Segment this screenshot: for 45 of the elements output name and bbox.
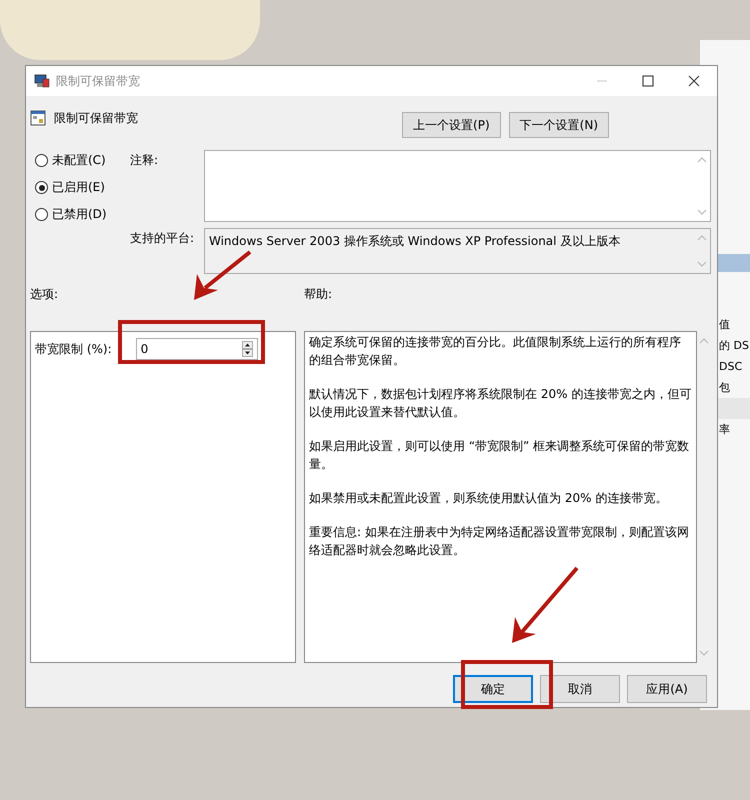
list-item-text: 值 — [719, 317, 730, 332]
radio-button[interactable] — [35, 208, 48, 221]
help-paragraph: 默认情况下，数据包计划程序将系统限制在 20% 的连接带宽之内，但可以使用此设置来替代默认值。 — [309, 386, 692, 421]
dialog-button[interactable]: 应用(A) — [627, 675, 707, 703]
radio-option[interactable]: 已禁用(D) — [35, 206, 130, 223]
comment-field[interactable] — [204, 150, 711, 222]
radio-button[interactable] — [35, 154, 48, 167]
help-paragraph: 如果启用此设置，则可以使用 “带宽限制” 框来调整系统可保留的带宽数量。 — [309, 438, 690, 473]
dialog-button[interactable]: 取消 — [540, 675, 620, 703]
radio-button[interactable] — [35, 181, 48, 194]
spin-down-icon[interactable] — [242, 349, 253, 357]
spin-field[interactable]: 0 — [136, 338, 258, 360]
list-item-text: 的 DS — [719, 338, 749, 353]
list-item-text: 包 — [719, 380, 730, 395]
scroll-down-icon[interactable] — [699, 649, 709, 657]
dialog-button[interactable]: 确定 — [453, 675, 533, 703]
radio-label: 已启用(E) — [52, 179, 105, 196]
help-paragraph: 确定系统可保留的连接带宽的百分比。此值限制系统上运行的所有程序的组合带宽保留。 — [309, 334, 682, 369]
radio-option[interactable]: 未配置(C) — [35, 152, 130, 169]
settings-page-icon — [30, 110, 46, 126]
help-paragraph: 如果禁用或未配置此设置，则系统使用默认值为 20% 的连接带宽。 — [309, 490, 668, 507]
options-label: 选项: — [30, 286, 60, 303]
comment-label: 注释: — [130, 152, 160, 169]
radio-option[interactable]: 已启用(E) — [35, 179, 130, 196]
help-label: 帮助: — [304, 286, 332, 303]
option-label: 带宽限制 (%): — [35, 340, 112, 358]
computer-icon — [34, 73, 50, 89]
list-item-text: 率 — [719, 422, 730, 437]
annotation-arrow — [194, 250, 252, 300]
scroll-up-icon[interactable] — [696, 234, 706, 242]
supported-platform-text: Windows Server 2003 操作系统或 Windows XP Professional 及以上版本 — [208, 233, 622, 250]
nav-button[interactable]: 下一个设置(N) — [508, 112, 609, 138]
window-title: 限制可保留带宽 — [56, 72, 141, 90]
scroll-up-icon[interactable] — [699, 337, 709, 345]
nav-button[interactable]: 上一个设置(P) — [402, 112, 501, 138]
scroll-up-icon[interactable] — [696, 156, 706, 164]
help-paragraph: 重要信息: 如果在注册表中为特定网络适配器设置带宽限制，则配置该网络适配器时就会忽略此设置。 — [309, 524, 690, 559]
scroll-down-icon[interactable] — [696, 260, 706, 268]
radio-label: 已禁用(D) — [52, 206, 107, 223]
scroll-down-icon[interactable] — [696, 208, 706, 216]
list-item-text: DSC — [719, 360, 742, 373]
radio-label: 未配置(C) — [52, 152, 106, 169]
supported-label: 支持的平台: — [130, 230, 196, 247]
spin-up-icon[interactable] — [242, 341, 253, 349]
policy-name: 限制可保留带宽 — [54, 110, 138, 127]
